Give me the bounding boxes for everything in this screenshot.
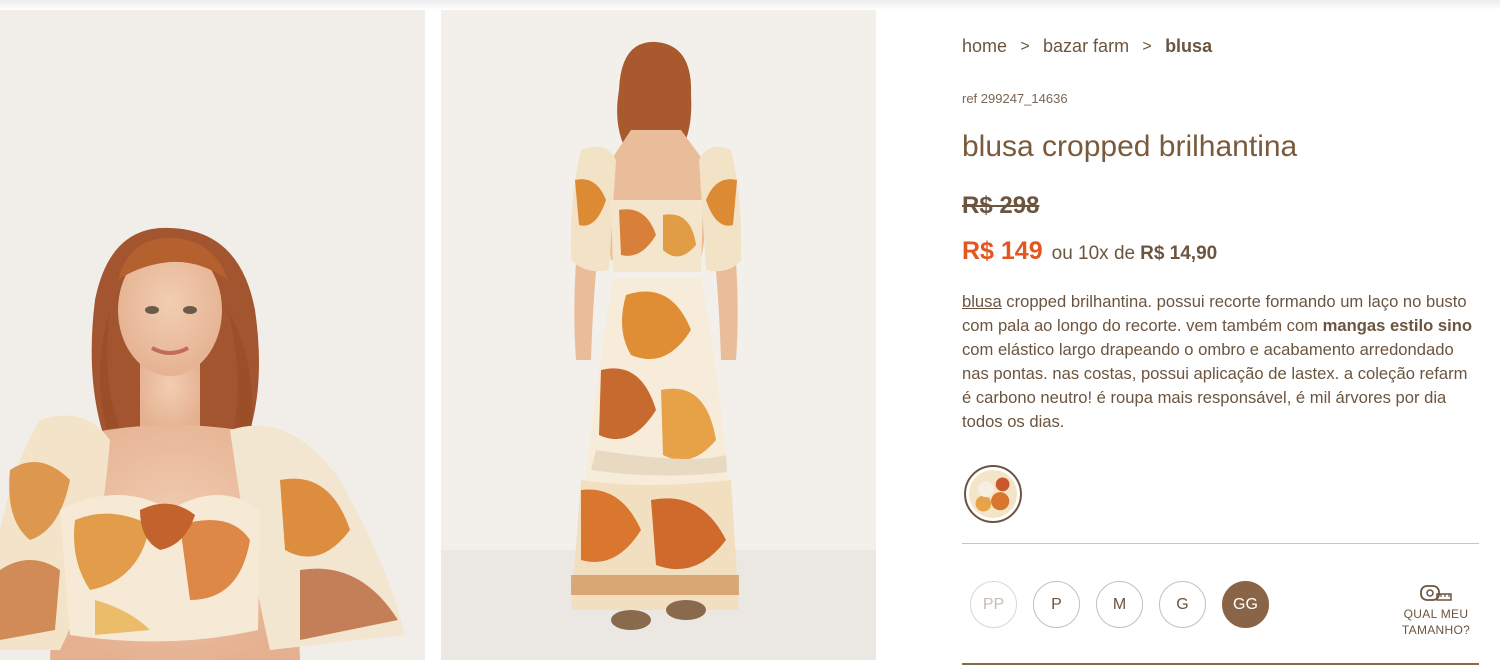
chevron-right-icon: > [1142, 37, 1152, 55]
size-option-g[interactable]: G [1159, 581, 1206, 628]
top-shadow [0, 0, 1500, 10]
product-photo-back[interactable] [441, 10, 876, 660]
divider-bottom [962, 663, 1479, 665]
breadcrumb: home > bazar farm > blusa [962, 36, 1212, 57]
size-option-gg[interactable]: GG [1222, 581, 1269, 628]
product-photo-front-image [0, 10, 425, 660]
breadcrumb-home[interactable]: home [962, 36, 1007, 57]
product-ref: ref 299247_14636 [962, 91, 1068, 106]
chevron-right-icon: > [1020, 37, 1030, 55]
description-bold: mangas estilo sino [1322, 316, 1473, 335]
measuring-tape-icon [1420, 585, 1452, 601]
size-selector: PP P M G GG [970, 581, 1285, 628]
product-photo-back-image [441, 10, 876, 660]
color-swatch[interactable] [964, 465, 1022, 523]
description-text-2: com elástico largo drapeando o ombro e a… [962, 340, 1468, 431]
product-title: blusa cropped brilhantina [962, 130, 1298, 163]
size-option-pp[interactable]: PP [970, 581, 1017, 628]
installment-value: R$ 14,90 [1140, 243, 1218, 264]
divider [962, 543, 1479, 544]
size-option-m[interactable]: M [1096, 581, 1143, 628]
description-link-blusa[interactable]: blusa [962, 292, 1002, 311]
sale-price: R$ 149 [962, 237, 1043, 265]
product-description: blusa cropped brilhantina. possui recort… [962, 290, 1478, 434]
price-row: R$ 149 ou 10x de R$ 14,90 [962, 237, 1217, 266]
breadcrumb-bazar-farm[interactable]: bazar farm [1043, 36, 1129, 57]
old-price: R$ 298 [962, 192, 1040, 219]
product-photo-front[interactable] [0, 10, 425, 660]
breadcrumb-blusa[interactable]: blusa [1165, 36, 1212, 57]
size-guide-link[interactable]: QUAL MEU TAMANHO? [1396, 582, 1476, 638]
print-swatch-image [969, 470, 1017, 518]
size-option-p[interactable]: P [1033, 581, 1080, 628]
size-guide-label-1: QUAL MEU [1403, 607, 1469, 621]
size-guide-label-2: TAMANHO? [1401, 623, 1471, 637]
installments-text: ou 10x de [1051, 243, 1136, 264]
